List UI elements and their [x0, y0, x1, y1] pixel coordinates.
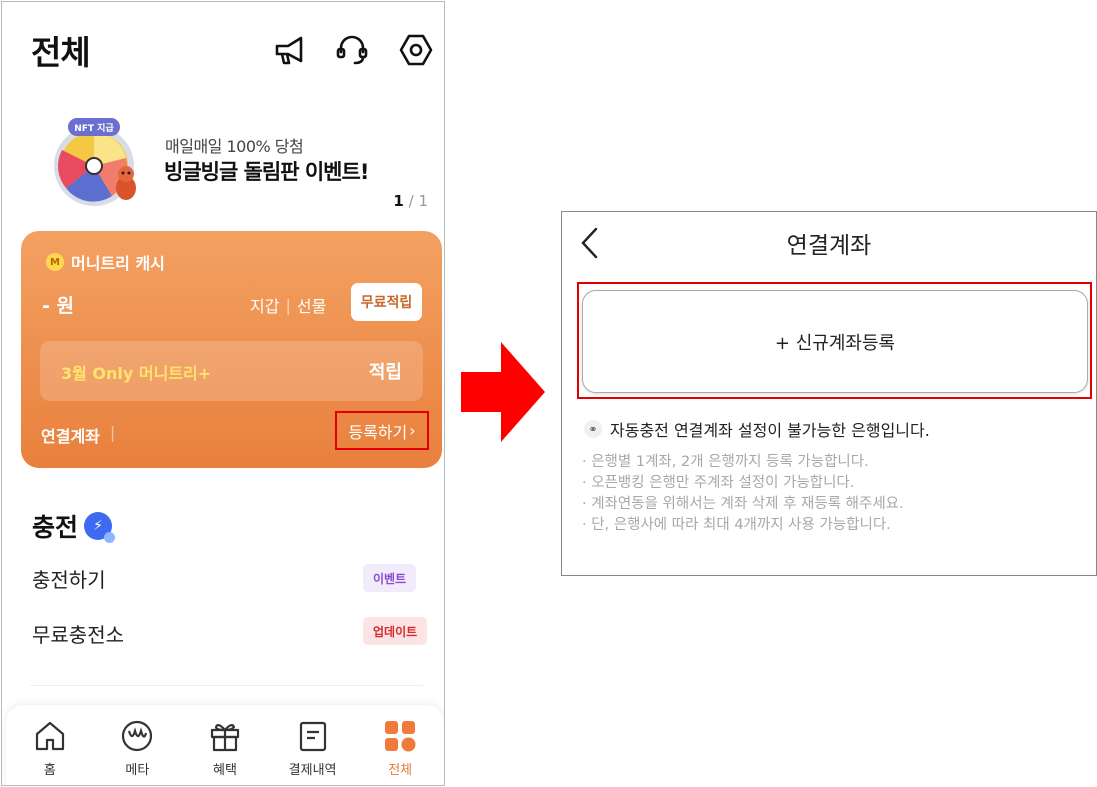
register-label: 등록하기 — [348, 422, 408, 442]
add-new-account-button[interactable]: + 신규계좌등록 — [582, 290, 1088, 393]
gift-link[interactable]: 선물 — [297, 293, 326, 317]
charge-title-text: 충전 — [32, 513, 79, 542]
link-off-icon: ⚭ — [584, 420, 602, 438]
info-item: 오픈뱅킹 은행만 주계좌 설정이 가능합니다. — [582, 473, 904, 494]
right-arrow-icon — [461, 342, 545, 442]
receipt-icon — [299, 721, 326, 752]
linked-account-label: 연결계좌 | — [41, 423, 115, 447]
promo-text: 3월 Only 머니트리+ — [61, 364, 212, 383]
tab-benefits[interactable]: 혜택 — [181, 705, 269, 785]
lightning-icon: ⚡ — [84, 512, 116, 543]
moneytree-cash-card: M 머니트리 캐시 - 원 지갑 | 선물 무료적립 3월 Only 머니트리+… — [21, 231, 442, 468]
banner-subtitle: 매일매일 100% 당첨 — [165, 137, 304, 156]
info-list: 은행별 1계좌, 2개 은행까지 등록 가능합니다. 오픈뱅킹 은행만 주계좌 … — [582, 452, 904, 536]
tab-all[interactable]: 전체 — [356, 705, 444, 785]
info-item: 계좌연동을 위해서는 계좌 삭제 후 재등록 해주세요. — [582, 494, 903, 515]
notice-row: ⚭ 자동충전 연결계좌 설정이 불가능한 은행입니다. — [584, 417, 930, 441]
bottom-tab-bar: 홈 메타 혜택 결제내역 전체 — [6, 705, 444, 785]
linked-account-screen: 연결계좌 + 신규계좌등록 ⚭ 자동충전 연결계좌 설정이 불가능한 은행입니다… — [561, 211, 1097, 576]
tab-payment-history-label: 결제내역 — [288, 763, 337, 778]
wallet-link[interactable]: 지갑 — [250, 293, 279, 317]
headset-icon[interactable] — [334, 32, 370, 68]
promo-banner[interactable]: 3월 Only 머니트리+ 적립 — [40, 341, 423, 401]
info-item: 은행별 1계좌, 2개 은행까지 등록 가능합니다. — [582, 452, 904, 473]
link-separator: | — [285, 295, 291, 315]
tab-payment-history[interactable]: 결제내역 — [269, 705, 357, 785]
tab-all-label: 전체 — [388, 763, 413, 778]
linked-account-text: 연결계좌 — [41, 427, 100, 446]
banner-pager: 1 / 1 — [393, 192, 428, 210]
home-icon — [35, 721, 64, 751]
left-phone-screen: 전체 NFT 지급 매일매일 100% 당첨 빙글빙글 돌림판 이벤트! 1 /… — [1, 1, 445, 786]
screen-title: 연결계좌 — [786, 233, 872, 259]
coin-icon: M — [46, 253, 64, 271]
notice-text: 자동충전 연결계좌 설정이 불가능한 은행입니다. — [610, 421, 930, 440]
cash-label-text: 머니트리 캐시 — [71, 254, 165, 273]
section-divider — [30, 685, 423, 686]
menu-item-charge[interactable]: 충전하기 — [32, 564, 106, 593]
register-account-button[interactable]: 등록하기 › — [335, 411, 429, 450]
cash-label: M 머니트리 캐시 — [46, 250, 165, 274]
free-earn-button[interactable]: 무료적립 — [351, 283, 422, 321]
event-badge: 이벤트 — [363, 564, 417, 592]
cash-links: 지갑 | 선물 — [250, 293, 326, 317]
tab-home-label: 홈 — [43, 763, 56, 778]
promo-earn-button[interactable]: 적립 — [369, 358, 402, 384]
tab-meta[interactable]: 메타 — [94, 705, 182, 785]
tab-home[interactable]: 홈 — [6, 705, 94, 785]
roulette-event-image[interactable]: NFT 지급 — [50, 114, 146, 210]
info-item: 단, 은행사에 따라 최대 4개까지 사용 가능합니다. — [582, 515, 904, 536]
banner-title[interactable]: 빙글빙글 돌림판 이벤트! — [164, 156, 369, 186]
banner-page-total: / 1 — [408, 192, 428, 210]
grid-icon — [385, 721, 416, 752]
tab-benefits-label: 혜택 — [213, 763, 237, 778]
nft-badge-text: NFT 지급 — [74, 122, 114, 134]
charge-section-title: 충전 ⚡ — [32, 508, 116, 544]
chevron-right-icon: › — [409, 421, 416, 440]
gift-icon — [210, 723, 240, 752]
linked-separator: | — [109, 423, 116, 442]
page-title: 전체 — [31, 33, 91, 72]
cash-amount: - 원 — [42, 295, 74, 317]
banner-page-current: 1 — [393, 192, 404, 210]
settings-icon[interactable] — [398, 32, 434, 68]
update-badge: 업데이트 — [363, 617, 428, 645]
meta-icon — [122, 720, 153, 752]
megaphone-icon[interactable] — [272, 32, 308, 68]
tab-meta-label: 메타 — [125, 763, 150, 778]
menu-item-free-charge[interactable]: 무료충전소 — [32, 619, 124, 648]
